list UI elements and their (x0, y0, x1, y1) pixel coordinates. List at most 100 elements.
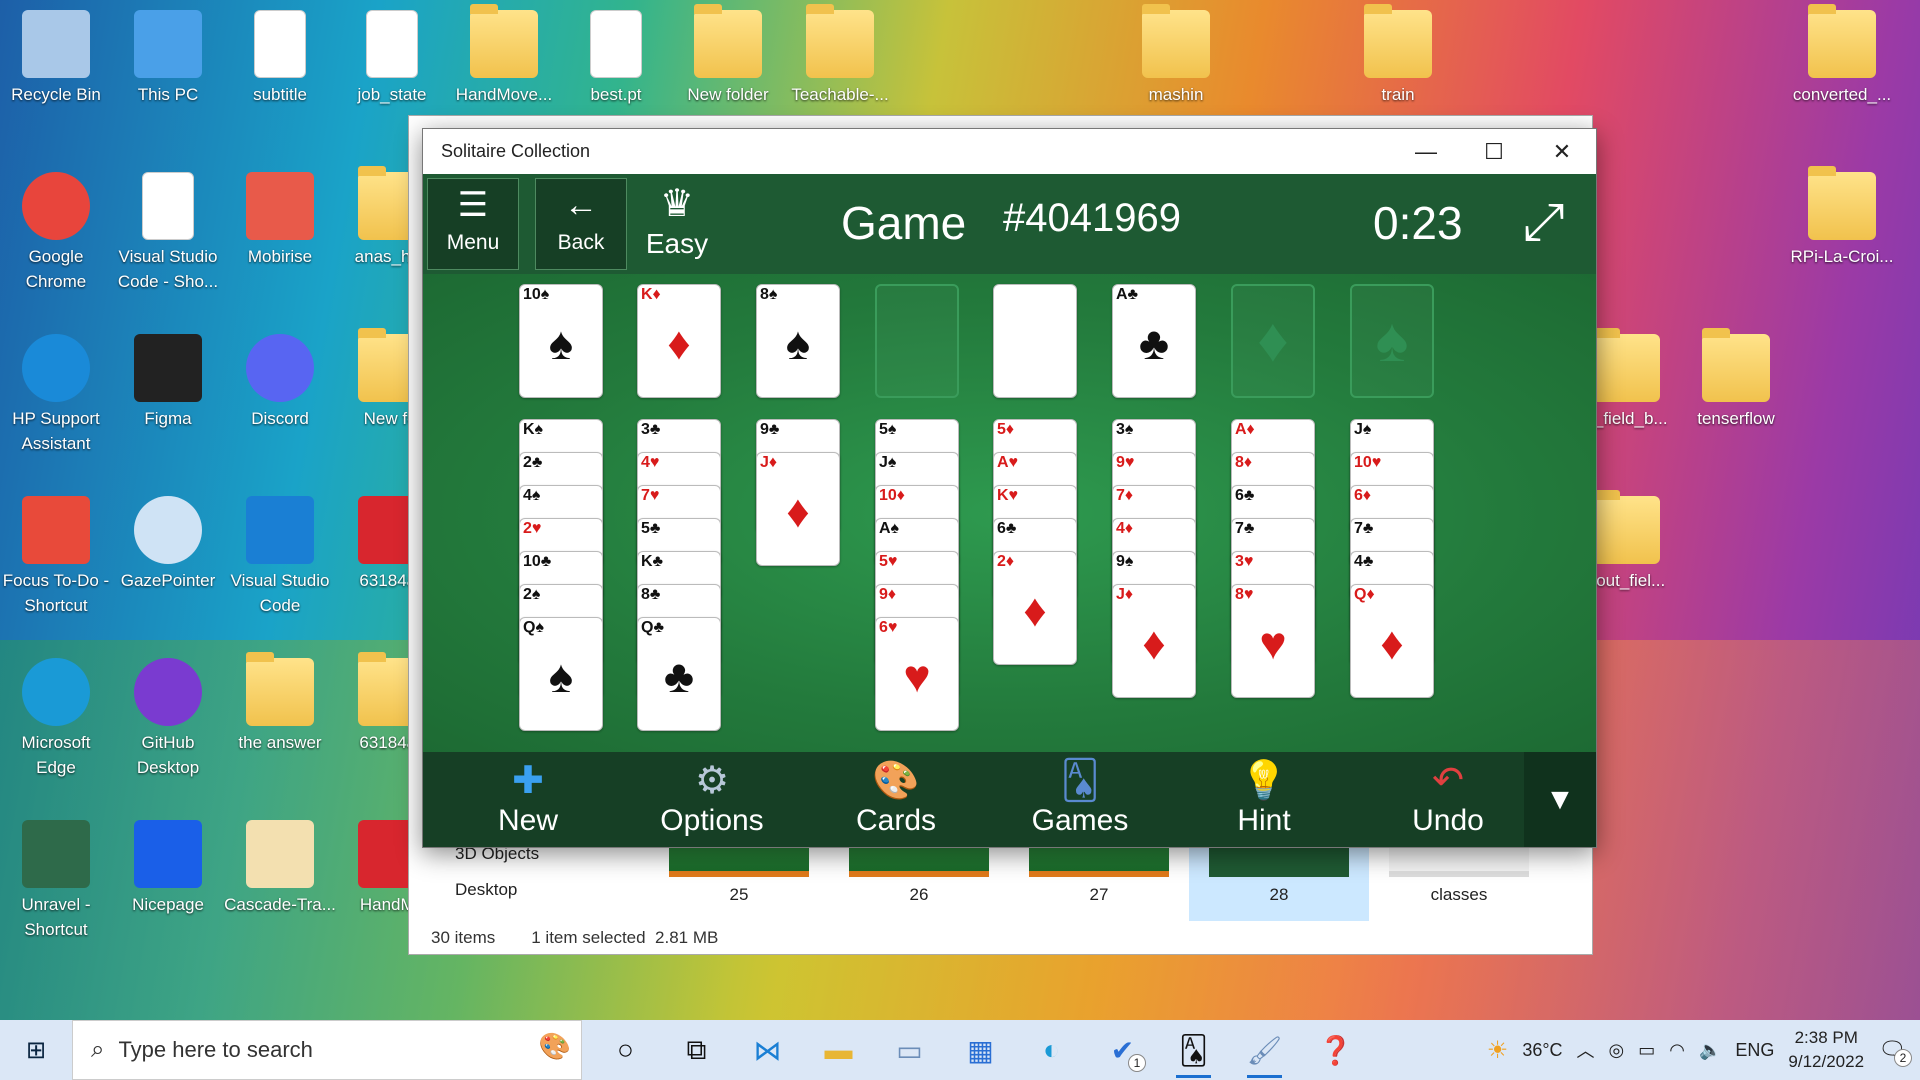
game-timer: 0:23 (1373, 197, 1463, 249)
empty-card-slot[interactable] (875, 284, 959, 398)
desktop-icon[interactable]: job_state (336, 10, 448, 107)
cortana-button[interactable]: ○ (590, 1020, 661, 1080)
desktop-icon[interactable]: HandMove... (448, 4, 560, 107)
thumbnail-item[interactable]: 26 (829, 841, 1009, 921)
desktop-icon[interactable]: Nicepage (112, 820, 224, 917)
clock-date: 9/12/2022 (1788, 1052, 1865, 1071)
wifi-icon[interactable]: ◠ (1669, 1040, 1685, 1061)
taskbar-solitaire[interactable]: 🂡 (1158, 1020, 1229, 1080)
top-row-card[interactable]: 8♠ ♠ (756, 284, 840, 398)
close-button[interactable]: ✕ (1528, 129, 1596, 174)
search-box[interactable]: ⌕ Type here to search 🎨 (72, 1020, 582, 1080)
desktop-icon[interactable]: Figma (112, 334, 224, 431)
palette-icon: 🎨 (872, 760, 920, 802)
tableau-card[interactable]: J♦ ♦ (1112, 584, 1196, 698)
toolbar-games-button[interactable]: 🂡 Games (1005, 758, 1155, 838)
desktop-icon[interactable]: subtitle (224, 10, 336, 107)
tableau-card[interactable]: Q♠ ♠ (519, 617, 603, 731)
desktop-icon[interactable]: train (1342, 4, 1454, 107)
back-button[interactable]: ← Back (535, 178, 627, 270)
desktop-icon[interactable]: GitHub Desktop (112, 658, 224, 780)
game-number: #4041969 (1003, 196, 1181, 240)
tableau-card[interactable]: Q♣ ♣ (637, 617, 721, 731)
desktop-icon[interactable]: converted_... (1786, 4, 1898, 107)
desktop-icon[interactable]: tenserflow (1680, 328, 1792, 431)
toolbar-new-button[interactable]: ✚ New (453, 758, 603, 838)
thumbnail-item[interactable]: classes (1369, 841, 1549, 921)
toolbar-cards-button[interactable]: 🎨 Cards (821, 758, 971, 838)
taskbar-monitor[interactable]: ▭ (874, 1020, 945, 1080)
taskbar-store[interactable]: ▦ (945, 1020, 1016, 1080)
tableau-card[interactable]: 6♥ ♥ (875, 617, 959, 731)
desktop-icon[interactable]: This PC (112, 10, 224, 107)
nav-item-desktop[interactable]: Desktop (409, 872, 629, 908)
thumbnail-item[interactable]: 27 (1009, 841, 1189, 921)
desktop-icon[interactable]: HP Support Assistant (0, 334, 112, 456)
desktop-icon[interactable]: Cascade-Tra... (224, 820, 336, 917)
desktop-icon[interactable]: GazePointer (112, 496, 224, 593)
desktop-icon[interactable]: Recycle Bin (0, 10, 112, 107)
fullscreen-button[interactable]: ⤢ (1523, 192, 1565, 252)
task-view-button[interactable]: ⧉ (661, 1020, 732, 1080)
foundation-slot[interactable]: ♦ (1231, 284, 1315, 398)
desktop-icon[interactable]: New folder (672, 4, 784, 107)
desktop-icon[interactable]: Visual Studio Code (224, 496, 336, 618)
temperature[interactable]: 36°C (1522, 1040, 1562, 1061)
language-indicator[interactable]: ENG (1735, 1040, 1774, 1061)
desktop-icon[interactable]: Microsoft Edge (0, 658, 112, 780)
stock-pile[interactable] (993, 284, 1077, 398)
desktop-icon[interactable]: the answer (224, 652, 336, 755)
toolbar-undo-button[interactable]: ↶ Undo (1373, 758, 1523, 838)
battery-icon[interactable]: ▭ (1638, 1040, 1655, 1061)
meeting-icon[interactable]: ◎ (1609, 1040, 1625, 1061)
toolbar-label: New (497, 804, 558, 837)
desktop-icon-label: Figma (144, 409, 192, 428)
card-rank: K♣ (641, 553, 664, 570)
desktop-icon[interactable]: Visual Studio Code - Sho... (112, 172, 224, 294)
card-suit-pip: ♥ (903, 650, 931, 702)
maximize-icon: ☐ (1484, 138, 1504, 164)
start-button[interactable]: ⊞ (0, 1020, 72, 1080)
menu-button[interactable]: ☰ Menu (427, 178, 519, 270)
desktop-icon[interactable]: Discord (224, 334, 336, 431)
tableau-card[interactable]: 2♦ ♦ (993, 551, 1077, 665)
taskbar-help[interactable]: ❓ (1300, 1020, 1371, 1080)
foundation-slot[interactable]: ♠ (1350, 284, 1434, 398)
desktop-icon[interactable]: Unravel - Shortcut (0, 820, 112, 942)
weather-icon[interactable]: ☀ (1487, 1036, 1509, 1065)
maximize-button[interactable]: ☐ (1460, 129, 1528, 174)
thumbnail-item[interactable]: 25 (649, 841, 829, 921)
thumbnail-item-selected[interactable]: 28 (1189, 841, 1369, 921)
task-view-icon: ⧉ (686, 1033, 707, 1065)
minimize-button[interactable]: — (1392, 129, 1460, 174)
tableau-card[interactable]: 8♥ ♥ (1231, 584, 1315, 698)
card-rank: J♠ (879, 454, 897, 471)
top-row-card[interactable]: 10♠ ♠ (519, 284, 603, 398)
desktop-icon[interactable]: best.pt (560, 10, 672, 107)
top-row-card[interactable]: K♦ ♦ (637, 284, 721, 398)
tableau-card[interactable]: J♦ ♦ (756, 452, 840, 566)
taskbar-paint[interactable]: 🖌 (1229, 1020, 1300, 1080)
waste-card[interactable]: A♣ ♣ (1112, 284, 1196, 398)
taskbar-file-explorer[interactable]: ▬ (803, 1020, 874, 1080)
desktop-icon[interactable]: Google Chrome (0, 172, 112, 294)
toolbar-options-button[interactable]: ⚙ Options (637, 758, 787, 838)
help-icon: ❓ (1318, 1034, 1353, 1066)
chevron-up-icon[interactable]: ︿ (1577, 1037, 1595, 1063)
tableau-card[interactable]: Q♦ ♦ (1350, 584, 1434, 698)
notification-button[interactable]: 🗨 2 (1878, 1037, 1912, 1067)
desktop-icon[interactable]: Focus To-Do - Shortcut (0, 496, 112, 618)
desktop-icon[interactable]: RPi-La-Croi... (1786, 166, 1898, 269)
taskbar-vscode[interactable]: ⋈ (732, 1020, 803, 1080)
volume-icon[interactable]: 🔈 (1699, 1040, 1721, 1061)
expand-toolbar-button[interactable]: ▼ (1524, 752, 1596, 847)
desktop-icon[interactable]: Mobirise (224, 172, 336, 269)
desktop-icon-label: HandMove... (455, 85, 553, 104)
toolbar-hint-button[interactable]: 💡 Hint (1189, 758, 1339, 838)
card-rank: 3♠ (1116, 421, 1134, 438)
taskbar-todo[interactable]: ✔ 1 (1087, 1020, 1158, 1080)
taskbar-edge[interactable]: ◐ (1016, 1020, 1087, 1080)
clock[interactable]: 2:38 PM 9/12/2022 (1788, 1026, 1864, 1074)
desktop-icon[interactable]: Teachable-... (784, 4, 896, 107)
desktop-icon[interactable]: mashin (1120, 4, 1232, 107)
